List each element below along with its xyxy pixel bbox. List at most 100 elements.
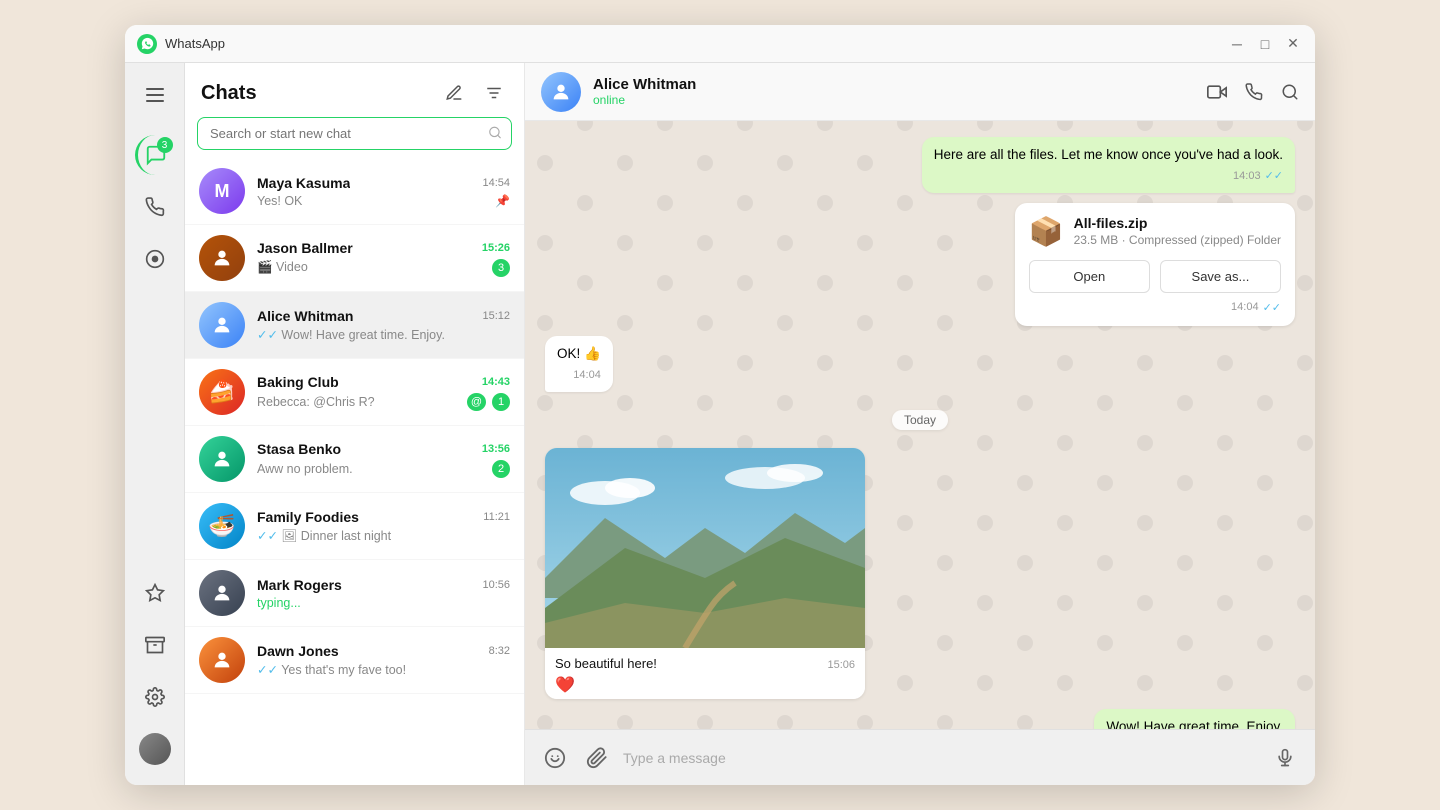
attachment-button[interactable]: [581, 742, 613, 774]
list-item[interactable]: Mark Rogers 10:56 typing...: [185, 560, 524, 627]
chat-list-actions: [440, 79, 508, 107]
chat-preview: Rebecca: @Chris R?: [257, 395, 461, 409]
chat-list: M Maya Kasuma 14:54 Yes! OK 📌: [185, 158, 524, 785]
chat-name: Stasa Benko: [257, 441, 341, 457]
list-item[interactable]: 🍜 Family Foodies 11:21 ✓✓ 🖼 Dinner last …: [185, 493, 524, 560]
search-icon: [488, 125, 502, 142]
message-row: 📦 All-files.zip 23.5 MB · Compressed (zi…: [545, 203, 1295, 326]
sidebar-status-icon[interactable]: [135, 239, 175, 279]
save-file-button[interactable]: Save as...: [1160, 260, 1281, 293]
sidebar-profile-icon[interactable]: [135, 729, 175, 769]
message-row: So beautiful here! 15:06 ❤️: [545, 448, 1295, 699]
sidebar-starred-icon[interactable]: [135, 573, 175, 613]
message-row: Here are all the files. Let me know once…: [545, 137, 1295, 193]
message-row: Wow! Have great time. Enjoy. 15:12 ✓✓: [545, 709, 1295, 730]
sidebar-menu-icon[interactable]: [135, 75, 175, 115]
app-body: 3: [125, 63, 1315, 785]
chat-name: Jason Ballmer: [257, 240, 353, 256]
chat-time: 15:26: [482, 242, 510, 254]
list-item[interactable]: Dawn Jones 8:32 ✓✓ Yes that's my fave to…: [185, 627, 524, 694]
chat-list-panel: Chats M: [185, 63, 525, 785]
emoji-button[interactable]: [539, 742, 571, 774]
unread-badge: 3: [492, 259, 510, 277]
avatar: [199, 302, 245, 348]
mic-button[interactable]: [1269, 742, 1301, 774]
compose-button[interactable]: [440, 79, 468, 107]
unread-count: 1: [492, 393, 510, 411]
video-call-button[interactable]: [1207, 82, 1227, 102]
sidebar-icons: 3: [125, 63, 185, 785]
titlebar: WhatsApp ─ □ ✕: [125, 25, 1315, 63]
chat-name: Alice Whitman: [257, 308, 353, 324]
chat-time: 14:54: [482, 177, 510, 189]
avatar: 🍰: [199, 369, 245, 415]
chat-badge: 3: [157, 137, 173, 153]
photo-bubble: So beautiful here! 15:06 ❤️: [545, 448, 865, 699]
photo-image[interactable]: [545, 448, 865, 648]
chat-preview: ✓✓ Yes that's my fave too!: [257, 662, 510, 677]
message-time: 14:03: [1233, 168, 1261, 185]
open-file-button[interactable]: Open: [1029, 260, 1150, 293]
message-tick: ✓✓: [1265, 168, 1283, 185]
app-logo: [137, 34, 157, 54]
chat-header-actions: [1207, 82, 1299, 102]
sidebar-settings-icon[interactable]: [135, 677, 175, 717]
photo-caption: So beautiful here!: [555, 656, 657, 671]
chat-name: Maya Kasuma: [257, 175, 350, 191]
chat-list-header: Chats: [185, 63, 524, 117]
date-divider-text: Today: [892, 410, 948, 430]
close-button[interactable]: ✕: [1283, 34, 1303, 54]
chat-preview: ✓✓ Wow! Have great time. Enjoy.: [257, 327, 510, 342]
file-type-icon: 📦: [1029, 215, 1064, 248]
chat-time: 10:56: [482, 579, 510, 591]
message-text: OK! 👍: [557, 344, 601, 364]
sidebar-archive-icon[interactable]: [135, 625, 175, 665]
app-window: WhatsApp ─ □ ✕ 3: [125, 25, 1315, 785]
minimize-button[interactable]: ─: [1227, 34, 1247, 54]
chat-name: Mark Rogers: [257, 577, 342, 593]
maximize-button[interactable]: □: [1255, 34, 1275, 54]
chat-preview: Aww no problem.: [257, 462, 486, 476]
message-bubble: Here are all the files. Let me know once…: [922, 137, 1295, 193]
message-bubble: Wow! Have great time. Enjoy. 15:12 ✓✓: [1094, 709, 1295, 730]
message-row: OK! 👍 14:04: [545, 336, 1295, 392]
contact-avatar[interactable]: [541, 72, 581, 112]
messages-area: Here are all the files. Let me know once…: [525, 121, 1315, 729]
list-item[interactable]: Stasa Benko 13:56 Aww no problem. 2: [185, 426, 524, 493]
chat-time: 14:43: [482, 376, 510, 388]
sidebar-calls-icon[interactable]: [135, 187, 175, 227]
chat-preview: typing...: [257, 596, 510, 610]
voice-call-button[interactable]: [1245, 83, 1263, 101]
avatar: 🍜: [199, 503, 245, 549]
file-meta: 23.5 MB · Compressed (zipped) Folder: [1074, 233, 1281, 247]
unread-badge: @: [467, 393, 486, 411]
window-controls: ─ □ ✕: [1227, 34, 1303, 54]
chat-area: Alice Whitman online: [525, 63, 1315, 785]
message-bubble: OK! 👍 14:04: [545, 336, 613, 392]
sidebar-chats-icon[interactable]: 3: [135, 135, 175, 175]
list-item[interactable]: Jason Ballmer 15:26 🎬 Video 3: [185, 225, 524, 292]
avatar: [199, 570, 245, 616]
chats-title: Chats: [201, 82, 257, 105]
list-item[interactable]: 🍰 Baking Club 14:43 Rebecca: @Chris R? @…: [185, 359, 524, 426]
list-item[interactable]: M Maya Kasuma 14:54 Yes! OK 📌: [185, 158, 524, 225]
chat-name: Baking Club: [257, 374, 339, 390]
message-time: 15:06: [827, 659, 855, 671]
message-input[interactable]: [623, 750, 1259, 766]
chat-footer: [525, 729, 1315, 785]
chat-time: 15:12: [482, 310, 510, 322]
photo-reaction[interactable]: ❤️: [555, 675, 855, 695]
unread-badge: 2: [492, 460, 510, 478]
chat-time: 11:21: [483, 511, 510, 523]
chat-name: Dawn Jones: [257, 643, 339, 659]
chat-preview: ✓✓ 🖼 Dinner last night: [257, 528, 510, 544]
avatar: [199, 637, 245, 683]
search-input[interactable]: [197, 117, 512, 150]
message-tick: ✓✓: [1263, 301, 1281, 314]
chat-time: 8:32: [489, 645, 510, 657]
search-chat-button[interactable]: [1281, 83, 1299, 101]
message-text: Wow! Have great time. Enjoy.: [1106, 717, 1283, 730]
list-item[interactable]: Alice Whitman 15:12 ✓✓ Wow! Have great t…: [185, 292, 524, 359]
filter-button[interactable]: [480, 79, 508, 107]
contact-name: Alice Whitman: [593, 76, 1207, 93]
